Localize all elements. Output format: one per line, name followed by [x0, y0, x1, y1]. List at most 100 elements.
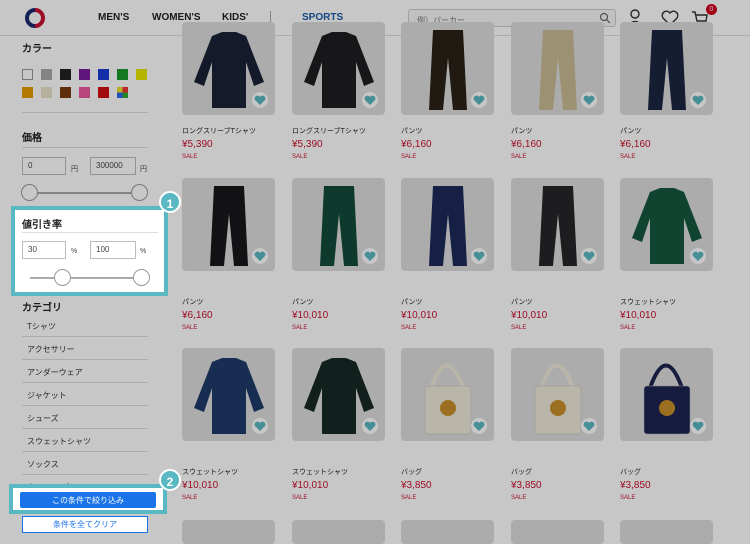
- favorite-heart-icon[interactable]: [471, 418, 487, 434]
- color-swatch[interactable]: [41, 87, 52, 98]
- divider: [22, 382, 148, 383]
- category-item[interactable]: ジャケット: [27, 390, 67, 401]
- product-name[interactable]: ロングスリーブTシャツ: [292, 126, 366, 136]
- product-name[interactable]: パンツ: [511, 297, 532, 307]
- price-filter-title: 価格: [22, 133, 42, 144]
- color-swatch[interactable]: [22, 87, 33, 98]
- favorite-heart-icon[interactable]: [581, 248, 597, 264]
- favorite-heart-icon[interactable]: [581, 418, 597, 434]
- sale-label: SALE: [511, 154, 527, 160]
- discount-slider-track: [30, 277, 142, 279]
- category-filter-title: カテゴリ: [22, 303, 62, 314]
- product-price: ¥6,160: [401, 139, 432, 150]
- price-unit: 円: [71, 166, 78, 173]
- price-slider-min-handle[interactable]: [21, 184, 38, 201]
- color-filter-title: カラー: [22, 44, 52, 55]
- color-swatch[interactable]: [79, 87, 90, 98]
- product-name[interactable]: スウェットシャツ: [620, 297, 676, 307]
- favorite-heart-icon[interactable]: [252, 418, 268, 434]
- sale-label: SALE: [292, 495, 308, 501]
- color-swatch[interactable]: [79, 69, 90, 80]
- product-name[interactable]: バッグ: [401, 467, 422, 477]
- favorite-heart-icon[interactable]: [362, 92, 378, 108]
- divider: [22, 112, 148, 113]
- favorite-heart-icon[interactable]: [471, 92, 487, 108]
- product-price: ¥5,390: [292, 139, 323, 150]
- product-price: ¥10,010: [292, 480, 329, 491]
- product-image[interactable]: [182, 520, 275, 544]
- favorite-heart-icon[interactable]: [581, 92, 597, 108]
- divider: [22, 405, 148, 406]
- discount-slider-min-handle[interactable]: [54, 269, 71, 286]
- price-max-input[interactable]: 300000: [90, 157, 136, 175]
- sale-label: SALE: [182, 325, 198, 331]
- favorite-heart-icon[interactable]: [690, 92, 706, 108]
- product-name[interactable]: パンツ: [401, 126, 422, 136]
- divider: [22, 147, 148, 148]
- nav-mens[interactable]: MEN'S: [98, 12, 129, 23]
- color-swatch[interactable]: [60, 87, 71, 98]
- sale-label: SALE: [182, 495, 198, 501]
- divider: [22, 451, 148, 452]
- color-swatch[interactable]: [60, 69, 71, 80]
- sale-label: SALE: [620, 495, 636, 501]
- color-swatch[interactable]: [136, 69, 147, 80]
- favorite-heart-icon[interactable]: [362, 418, 378, 434]
- apply-filter-button[interactable]: この条件で絞り込み: [20, 492, 156, 508]
- favorite-heart-icon[interactable]: [690, 248, 706, 264]
- color-swatch[interactable]: [117, 69, 128, 80]
- sale-label: SALE: [620, 154, 636, 160]
- product-image[interactable]: [401, 520, 494, 544]
- divider: [22, 336, 148, 337]
- category-item[interactable]: ソックス: [27, 459, 59, 470]
- product-price: ¥6,160: [620, 139, 651, 150]
- sale-label: SALE: [292, 154, 308, 160]
- category-item[interactable]: Tシャツ: [27, 321, 56, 332]
- product-name[interactable]: パンツ: [401, 297, 422, 307]
- favorite-heart-icon[interactable]: [252, 248, 268, 264]
- favorite-heart-icon[interactable]: [471, 248, 487, 264]
- favorite-heart-icon[interactable]: [690, 418, 706, 434]
- favorite-heart-icon[interactable]: [252, 92, 268, 108]
- favorite-heart-icon[interactable]: [362, 248, 378, 264]
- product-name[interactable]: パンツ: [182, 297, 203, 307]
- color-swatch[interactable]: [117, 87, 128, 98]
- sale-label: SALE: [620, 325, 636, 331]
- product-name[interactable]: スウェットシャツ: [182, 467, 238, 477]
- clear-filters-button[interactable]: 条件を全てクリア: [22, 516, 148, 533]
- discount-filter-title: 値引き率: [22, 220, 62, 231]
- price-min-input[interactable]: 0: [22, 157, 66, 175]
- product-name[interactable]: パンツ: [511, 126, 532, 136]
- discount-min-input[interactable]: 30: [22, 241, 66, 259]
- discount-unit: %: [71, 248, 78, 255]
- color-swatch[interactable]: [41, 69, 52, 80]
- product-name[interactable]: パンツ: [620, 126, 641, 136]
- category-item[interactable]: シューズ: [27, 413, 59, 424]
- product-name[interactable]: バッグ: [511, 467, 532, 477]
- color-swatch[interactable]: [98, 69, 109, 80]
- product-name[interactable]: スウェットシャツ: [292, 467, 348, 477]
- discount-unit: %: [140, 248, 147, 255]
- product-price: ¥6,160: [182, 310, 213, 321]
- color-swatch[interactable]: [22, 69, 33, 80]
- product-image[interactable]: [511, 520, 604, 544]
- price-slider-max-handle[interactable]: [131, 184, 148, 201]
- color-swatch[interactable]: [98, 87, 109, 98]
- sale-label: SALE: [401, 154, 417, 160]
- product-name[interactable]: パンツ: [292, 297, 313, 307]
- category-item[interactable]: アクセサリー: [27, 344, 75, 355]
- product-image[interactable]: [292, 520, 385, 544]
- category-item[interactable]: スウェットシャツ: [27, 436, 91, 447]
- product-price: ¥3,850: [401, 480, 432, 491]
- category-item[interactable]: アンダーウェア: [27, 367, 83, 378]
- product-image[interactable]: [620, 520, 713, 544]
- product-name[interactable]: バッグ: [620, 467, 641, 477]
- sale-label: SALE: [511, 325, 527, 331]
- champion-logo-icon[interactable]: [22, 8, 48, 28]
- divider: [22, 359, 148, 360]
- discount-slider-max-handle[interactable]: [133, 269, 150, 286]
- product-name[interactable]: ロングスリーブTシャツ: [182, 126, 256, 136]
- price-unit: 円: [140, 166, 147, 173]
- sale-label: SALE: [401, 495, 417, 501]
- discount-max-input[interactable]: 100: [90, 241, 136, 259]
